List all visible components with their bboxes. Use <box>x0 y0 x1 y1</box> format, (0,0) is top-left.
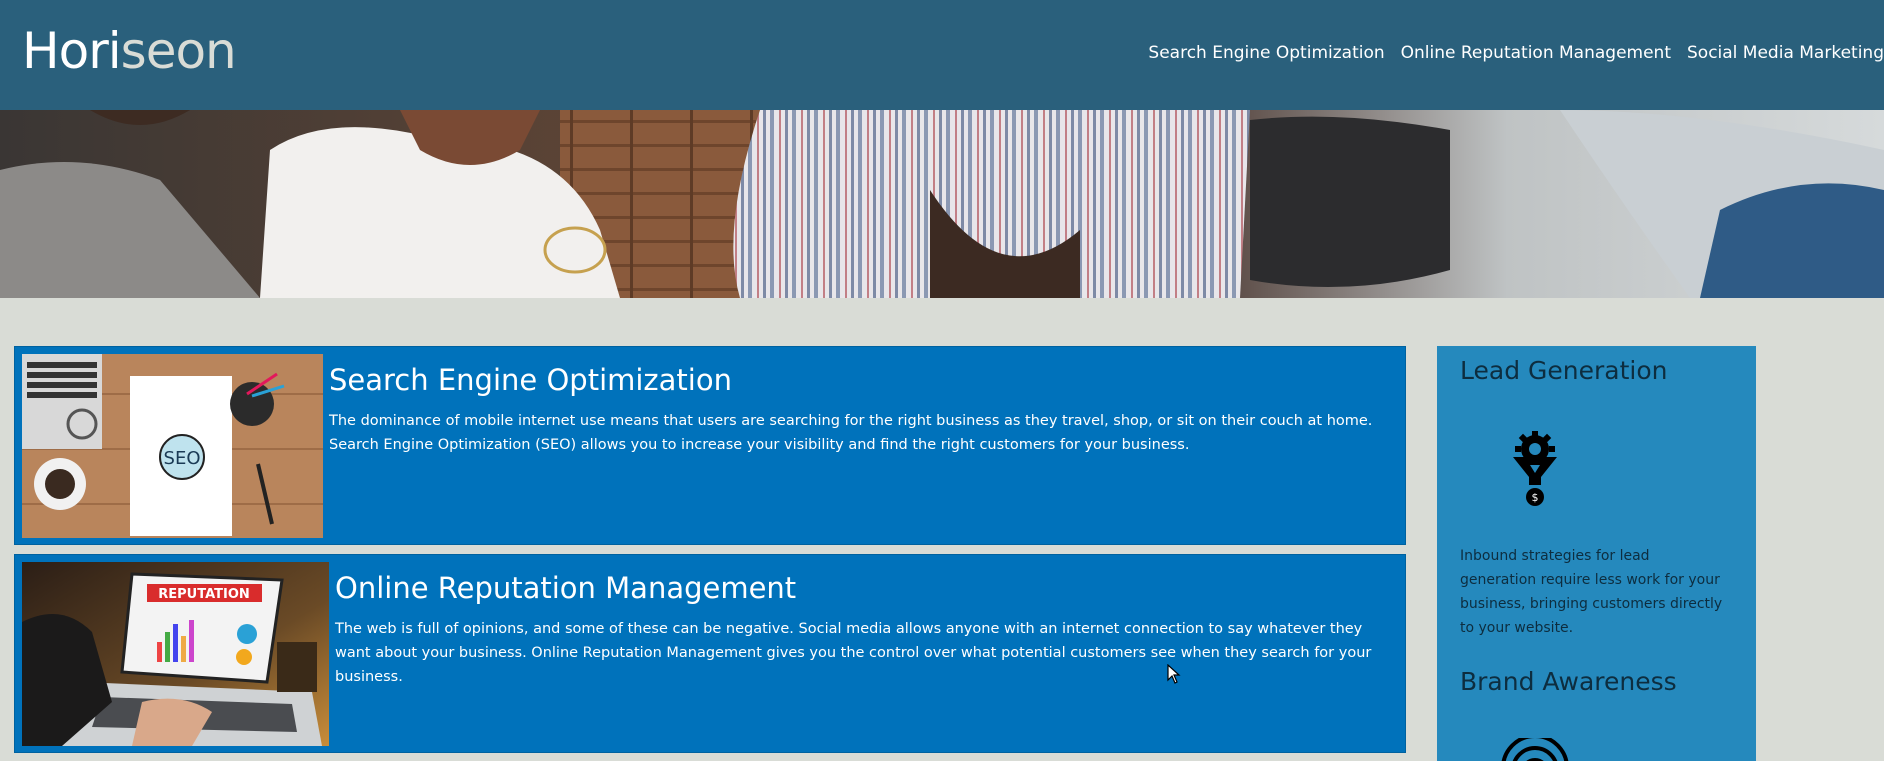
seo-description: The dominance of mobile internet use mea… <box>329 413 1373 453</box>
brand-awareness-title: Brand Awareness <box>1460 667 1677 696</box>
service-card-reputation: REPUTATION Online Reputation Management … <box>14 554 1406 753</box>
lead-generation-icon: $ <box>1511 431 1559 516</box>
site-logo[interactable]: Horiseon <box>22 22 237 80</box>
seo-badge-text: SEO <box>164 448 201 469</box>
logo-text-hori: Hori <box>22 22 122 80</box>
hero-image <box>0 110 1884 298</box>
benefits-sidebar: Lead Generation $ Inbound strategies for… <box>1437 346 1756 761</box>
reputation-title: Online Reputation Management <box>335 571 797 605</box>
site-header: Horiseon Search Engine Optimization Onli… <box>0 0 1884 110</box>
svg-text:$: $ <box>1532 491 1539 504</box>
reputation-badge-text: REPUTATION <box>158 587 250 602</box>
nav-link-social-media[interactable]: Social Media Marketing <box>1687 43 1884 63</box>
logo-text-seon: seon <box>120 22 237 80</box>
brand-awareness-icon <box>1495 734 1575 761</box>
lead-generation-title: Lead Generation <box>1460 356 1668 385</box>
service-card-seo: SEO Search Engine Optimization The domin… <box>14 346 1406 545</box>
reputation-image: REPUTATION <box>22 562 329 746</box>
nav-link-seo[interactable]: Search Engine Optimization <box>1148 43 1384 63</box>
seo-image: SEO <box>22 354 323 538</box>
reputation-description: The web is full of opinions, and some of… <box>335 621 1372 685</box>
mouse-cursor-icon <box>1167 663 1181 689</box>
lead-generation-description: Inbound strategies for lead generation r… <box>1460 548 1723 636</box>
seo-title: Search Engine Optimization <box>329 363 732 397</box>
main-nav: Search Engine Optimization Online Reputa… <box>1148 43 1884 63</box>
nav-link-reputation[interactable]: Online Reputation Management <box>1401 43 1671 63</box>
